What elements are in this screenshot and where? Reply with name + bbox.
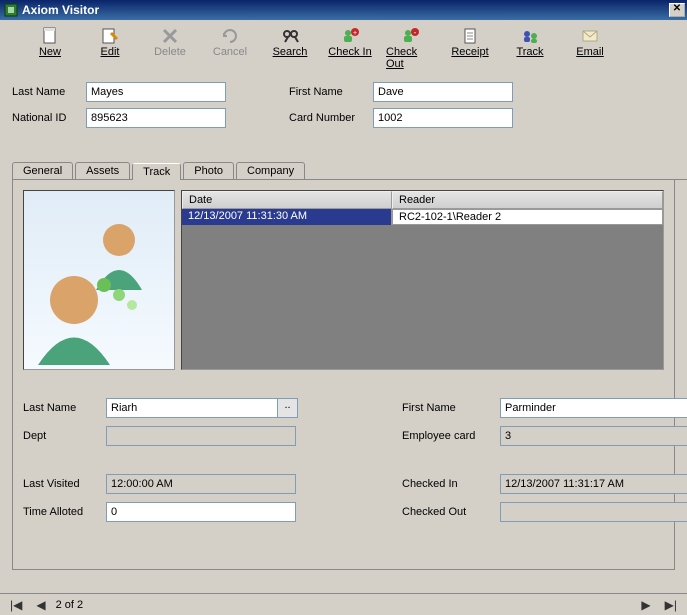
last-visited-input <box>106 474 296 494</box>
title-bar: Axiom Visitor ✕ <box>0 0 687 20</box>
tab-track[interactable]: Track <box>132 163 181 180</box>
tab-assets[interactable]: Assets <box>75 162 130 179</box>
time-allotted-label: Time Alloted <box>23 506 98 518</box>
new-button[interactable]: New <box>26 26 74 70</box>
edit-button[interactable]: Edit <box>86 26 134 70</box>
checked-in-label: Checked In <box>402 478 492 490</box>
checked-out-label: Checked Out <box>402 506 492 518</box>
toolbar: New Edit Delete Cancel Search + Check In… <box>0 20 687 74</box>
host-last-name-picker: .. <box>106 398 316 418</box>
track-button[interactable]: Track <box>506 26 554 70</box>
checkin-icon: + <box>341 26 359 46</box>
checkin-button[interactable]: + Check In <box>326 26 374 70</box>
window-title: Axiom Visitor <box>22 3 99 17</box>
host-form: Last Name .. First Name Dept Employee ca… <box>23 398 664 522</box>
tab-content-track: Date Reader 12/13/2007 11:31:30 AM RC2-1… <box>12 180 675 570</box>
last-name-input[interactable] <box>86 82 226 102</box>
new-label: New <box>39 46 61 58</box>
track-icon <box>521 26 539 46</box>
national-id-input[interactable] <box>86 108 226 128</box>
table-row[interactable]: 12/13/2007 11:31:30 AM RC2-102-1\Reader … <box>182 209 663 225</box>
employee-card-input <box>500 426 687 446</box>
cell-reader: RC2-102-1\Reader 2 <box>392 209 663 225</box>
edit-label: Edit <box>101 46 120 58</box>
nav-prev-button[interactable]: ◀ <box>32 598 49 612</box>
edit-icon <box>101 26 119 46</box>
host-last-name-label: Last Name <box>23 402 98 414</box>
nav-position: 2 of 2 <box>56 599 84 611</box>
checked-out-input <box>500 502 687 522</box>
svg-text:+: + <box>353 30 357 37</box>
receipt-label: Receipt <box>451 46 488 58</box>
checkout-button[interactable]: - Check Out <box>386 26 434 70</box>
visitor-header-form: Last Name First Name National ID Card Nu… <box>0 74 687 132</box>
cell-date: 12/13/2007 11:31:30 AM <box>182 209 392 225</box>
track-label: Track <box>516 46 543 58</box>
host-picker-button[interactable]: .. <box>278 398 298 418</box>
host-first-name-input[interactable] <box>500 398 687 418</box>
first-name-label: First Name <box>289 86 369 98</box>
tab-general[interactable]: General <box>12 162 73 179</box>
host-last-name-input[interactable] <box>106 398 278 418</box>
grid-header: Date Reader <box>182 191 663 209</box>
grid-empty-area <box>182 225 663 369</box>
checkout-label: Check Out <box>386 46 434 70</box>
people-icon <box>24 195 174 365</box>
visitor-image <box>23 190 175 370</box>
tab-company[interactable]: Company <box>236 162 305 179</box>
col-reader-header[interactable]: Reader <box>392 191 663 209</box>
time-allotted-input[interactable] <box>106 502 296 522</box>
email-label: Email <box>576 46 604 58</box>
card-number-input[interactable] <box>373 108 513 128</box>
national-id-label: National ID <box>12 112 82 124</box>
nav-first-button[interactable]: |◀ <box>6 598 26 612</box>
first-name-input[interactable] <box>373 82 513 102</box>
search-icon <box>281 26 299 46</box>
nav-last-button[interactable]: ▶| <box>661 598 681 612</box>
last-name-label: Last Name <box>12 86 82 98</box>
tab-strip: General Assets Track Photo Company <box>12 162 687 180</box>
checked-in-input <box>500 474 687 494</box>
app-icon <box>4 3 18 17</box>
nav-next-button[interactable]: ▶ <box>637 598 654 612</box>
cancel-label: Cancel <box>213 46 247 58</box>
close-button[interactable]: ✕ <box>669 3 685 17</box>
delete-button: Delete <box>146 26 194 70</box>
card-number-label: Card Number <box>289 112 369 124</box>
cancel-icon <box>221 26 239 46</box>
new-icon <box>41 26 59 46</box>
track-grid[interactable]: Date Reader 12/13/2007 11:31:30 AM RC2-1… <box>181 190 664 370</box>
receipt-icon <box>461 26 479 46</box>
checkin-label: Check In <box>328 46 371 58</box>
search-button[interactable]: Search <box>266 26 314 70</box>
delete-label: Delete <box>154 46 186 58</box>
checkout-icon: - <box>401 26 419 46</box>
cancel-button: Cancel <box>206 26 254 70</box>
receipt-button[interactable]: Receipt <box>446 26 494 70</box>
dept-input <box>106 426 296 446</box>
email-button[interactable]: Email <box>566 26 614 70</box>
last-visited-label: Last Visited <box>23 478 98 490</box>
dept-label: Dept <box>23 430 98 442</box>
delete-icon <box>161 26 179 46</box>
employee-card-label: Employee card <box>402 430 492 442</box>
svg-text:-: - <box>414 28 417 37</box>
email-icon <box>581 26 599 46</box>
search-label: Search <box>273 46 308 58</box>
record-navigator: |◀ ◀ 2 of 2 ▶ ▶| <box>0 593 687 615</box>
tab-photo[interactable]: Photo <box>183 162 234 179</box>
host-first-name-label: First Name <box>402 402 492 414</box>
col-date-header[interactable]: Date <box>182 191 392 209</box>
